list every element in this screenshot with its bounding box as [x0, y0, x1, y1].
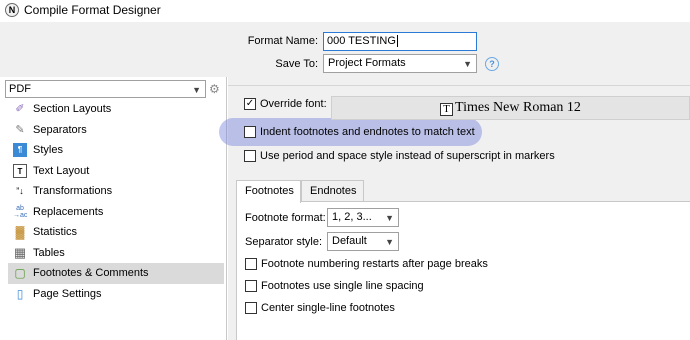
chevron-down-icon: ▼: [463, 59, 472, 69]
sidebar: PDF ▼ ⚙ ✐ Section Layouts ✎ Separators ¶ …: [0, 77, 227, 340]
text-layout-icon: T: [13, 163, 27, 178]
indent-footnotes-label: Indent footnotes and endnotes to match t…: [260, 126, 475, 138]
single-spacing-checkbox[interactable]: [245, 280, 257, 292]
transformations-icon: ”↓: [16, 186, 24, 196]
checkmark-icon: ✓: [245, 98, 255, 109]
output-format-dropdown[interactable]: PDF ▼: [5, 80, 206, 98]
gear-icon[interactable]: ⚙: [209, 82, 220, 96]
sidebar-item-separators[interactable]: ✎ Separators: [8, 120, 224, 141]
override-font-checkbox[interactable]: ✓: [244, 98, 256, 110]
override-font-label: Override font:: [260, 98, 327, 110]
sidebar-item-section-layouts[interactable]: ✐ Section Layouts: [8, 99, 224, 120]
save-to-dropdown[interactable]: Project Formats ▼: [323, 54, 477, 73]
help-icon[interactable]: ?: [485, 57, 499, 71]
save-to-label: Save To:: [275, 58, 318, 70]
restart-numbering-label: Footnote numbering restarts after page b…: [261, 258, 488, 270]
format-name-input[interactable]: 000 TESTING: [323, 32, 477, 51]
footnotes-icon: ▢: [14, 266, 26, 280]
footnote-format-label: Footnote format:: [245, 212, 326, 224]
center-footnotes-label: Center single-line footnotes: [261, 302, 395, 314]
restart-numbering-checkbox[interactable]: [245, 258, 257, 270]
styles-icon: ¶: [13, 143, 27, 157]
page-icon: ▯: [16, 286, 24, 301]
single-spacing-label: Footnotes use single line spacing: [261, 280, 424, 292]
separator-style-label: Separator style:: [245, 236, 323, 248]
period-space-label: Use period and space style instead of su…: [260, 150, 555, 162]
sidebar-item-styles[interactable]: ¶ Styles: [8, 140, 224, 161]
title-bar: N Compile Format Designer: [0, 0, 690, 22]
format-name-label: Format Name:: [247, 35, 318, 47]
font-selector[interactable]: T Times New Roman 12: [331, 96, 690, 120]
replacements-icon: ab →ac: [13, 204, 28, 219]
tab-footnotes[interactable]: Footnotes: [236, 180, 301, 203]
sidebar-item-text-layout[interactable]: T Text Layout: [8, 161, 224, 182]
separator-style-dropdown[interactable]: Default ▼: [327, 232, 399, 251]
sidebar-item-statistics[interactable]: ▓ Statistics: [8, 222, 224, 243]
center-footnotes-checkbox[interactable]: [245, 302, 257, 314]
sidebar-list: ✐ Section Layouts ✎ Separators ¶ Styles …: [8, 99, 224, 304]
footnote-format-dropdown[interactable]: 1, 2, 3... ▼: [327, 208, 399, 227]
sidebar-item-tables[interactable]: ▦ Tables: [8, 243, 224, 264]
chevron-down-icon: ▼: [385, 213, 394, 223]
brush-icon: ✐: [15, 103, 25, 115]
chevron-down-icon: ▼: [385, 237, 394, 247]
table-icon: ▦: [13, 244, 27, 260]
sidebar-item-transformations[interactable]: ”↓ Transformations: [8, 181, 224, 202]
window-title: Compile Format Designer: [24, 3, 161, 17]
app-logo-icon: N: [5, 3, 19, 17]
period-space-checkbox[interactable]: [244, 150, 256, 162]
font-icon: T: [440, 103, 454, 116]
statistics-icon: ▓: [15, 225, 25, 239]
separators-icon: ✎: [15, 123, 25, 136]
divider: [228, 85, 690, 86]
sidebar-item-page-settings[interactable]: ▯ Page Settings: [8, 284, 224, 305]
sidebar-item-replacements[interactable]: ab →ac Replacements: [8, 202, 224, 223]
indent-footnotes-checkbox[interactable]: [244, 126, 256, 138]
chevron-down-icon: ▼: [192, 85, 201, 95]
tab-endnotes[interactable]: Endnotes: [301, 180, 364, 202]
sidebar-item-footnotes-comments[interactable]: ▢ Footnotes & Comments: [8, 263, 224, 284]
